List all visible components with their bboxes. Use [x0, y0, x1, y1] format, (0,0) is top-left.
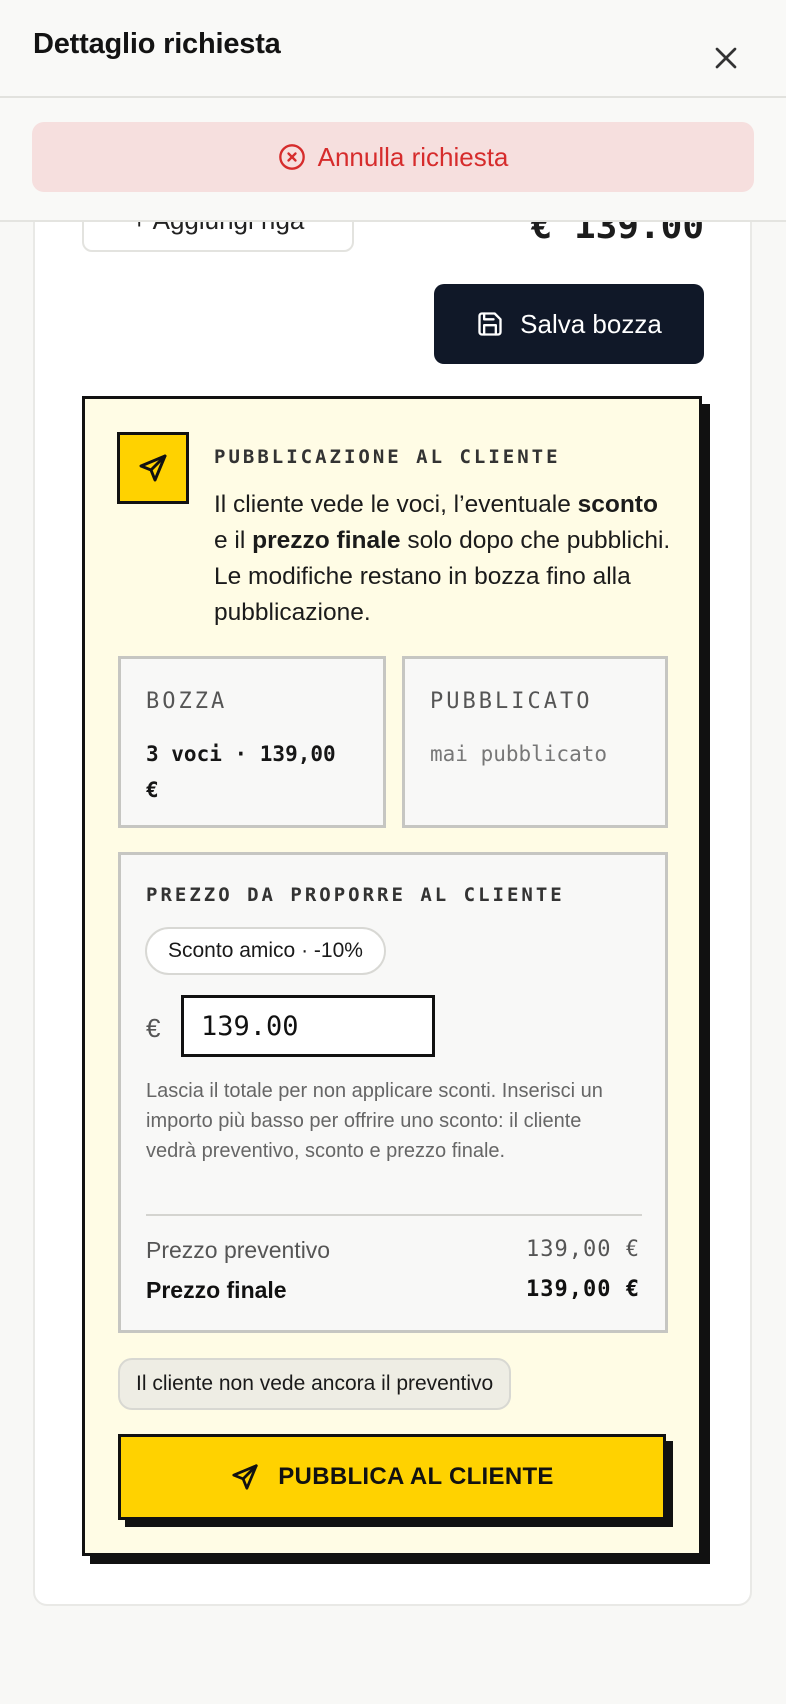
draft-label: BOZZA	[146, 689, 228, 714]
publish-button-label: PUBBLICA AL CLIENTE	[278, 1463, 554, 1490]
discount-hint: Lascia il totale per non applicare scont…	[146, 1080, 603, 1162]
save-draft-button[interactable]: Salva bozza	[434, 284, 704, 364]
page-title: Dettaglio richiesta	[33, 28, 281, 60]
visibility-status-badge: Il cliente non vede ancora il preventivo	[118, 1358, 512, 1410]
modal-header: Dettaglio richiesta	[0, 0, 786, 98]
final-price-label: Prezzo finale	[146, 1277, 287, 1303]
quote-price-label: Prezzo preventivo	[146, 1237, 331, 1263]
final-price-row: Prezzo finale 139,00 €	[146, 1277, 640, 1304]
save-draft-label: Salva bozza	[520, 308, 662, 339]
divider	[146, 1214, 642, 1216]
discount-chip[interactable]: Sconto amico · -10%	[145, 927, 386, 975]
quote-price-value: 139,00 €	[526, 1237, 640, 1262]
currency-symbol: €	[146, 1013, 161, 1043]
floppy-disk-icon	[478, 312, 502, 336]
published-label: PUBBLICATO	[430, 689, 593, 714]
cancel-request-button[interactable]: Annulla richiesta	[32, 122, 754, 192]
draft-status-box: BOZZA 3 voci · 139,00 €	[118, 656, 386, 828]
client-price-box: PREZZO DA PROPORRE AL CLIENTE Sconto ami…	[118, 852, 668, 1333]
draft-value: 3 voci · 139,00 €	[146, 742, 336, 802]
published-value: mai pubblicato	[430, 742, 608, 766]
client-price-label: PREZZO DA PROPORRE AL CLIENTE	[146, 884, 565, 906]
quote-price-row: Prezzo preventivo 139,00 €	[146, 1237, 640, 1264]
client-price-input[interactable]	[181, 995, 435, 1057]
publish-section-icon-box	[117, 432, 189, 504]
close-button[interactable]	[708, 40, 744, 76]
send-icon	[139, 454, 167, 482]
published-status-box: PUBBLICATO mai pubblicato	[402, 656, 668, 828]
cancel-bar: Annulla richiesta	[0, 98, 786, 222]
cancel-request-label: Annulla richiesta	[317, 141, 509, 172]
x-circle-icon	[278, 144, 305, 170]
publish-description: Il cliente vede le voci, l’eventuale sco…	[214, 491, 671, 626]
send-icon	[232, 1464, 258, 1490]
publish-to-client-button[interactable]: PUBBLICA AL CLIENTE	[118, 1434, 666, 1520]
final-price-value: 139,00 €	[526, 1277, 640, 1302]
close-icon	[715, 47, 737, 69]
publish-section-label: PUBBLICAZIONE AL CLIENTE	[214, 446, 561, 468]
